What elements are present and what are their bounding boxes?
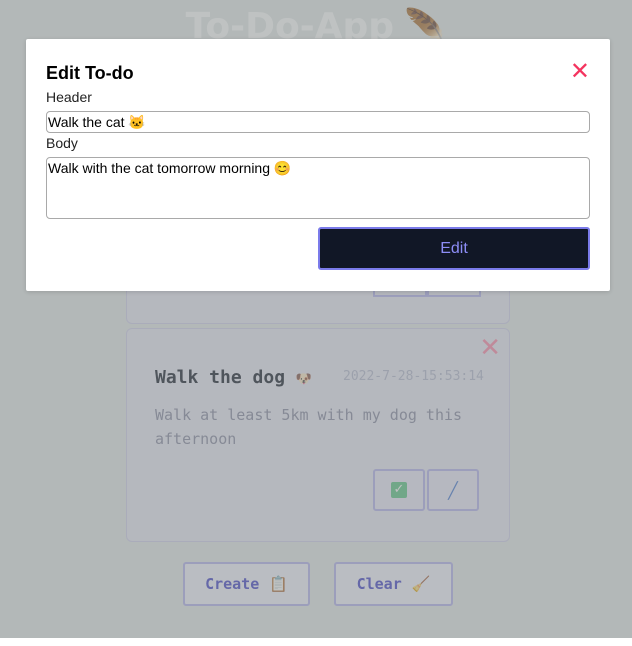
header-label: Header (46, 89, 92, 105)
body-textarea[interactable]: Walk with the cat tomorrow morning 😊 (46, 157, 590, 219)
modal-title: Edit To-do (46, 63, 134, 83)
edit-submit-button[interactable]: Edit (318, 227, 590, 270)
app-background: To-Do-App🪶 ✕ Walk the dog 🐶 2022-7-28-15… (0, 0, 632, 638)
header-input[interactable] (46, 111, 590, 133)
body-label: Body (46, 135, 78, 151)
edit-todo-modal: Edit To-do ✕ Header Body Walk with the c… (26, 39, 610, 291)
close-icon[interactable]: ✕ (570, 59, 590, 83)
